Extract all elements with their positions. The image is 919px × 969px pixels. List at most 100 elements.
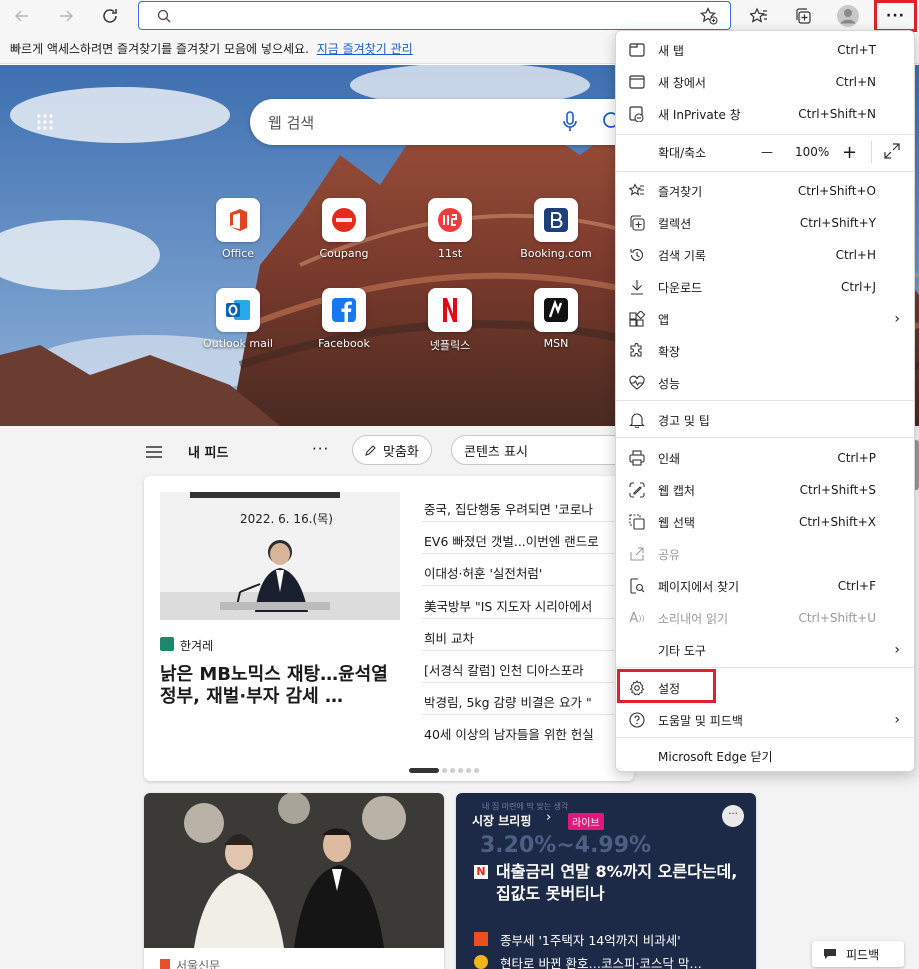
menu-favorites[interactable]: 즐겨찾기 Ctrl+Shift+O <box>616 177 914 205</box>
settings-and-more-button[interactable]: ··· <box>874 0 917 32</box>
menu-alerts[interactable]: 경고 및 팁 <box>616 406 914 434</box>
favorites-button[interactable] <box>744 3 774 29</box>
add-favorite-icon[interactable] <box>700 7 718 25</box>
menu-extensions[interactable]: 확장 <box>616 337 914 365</box>
forward-arrow-icon <box>60 10 73 22</box>
menu-apps[interactable]: 앱 › <box>616 305 914 333</box>
address-bar[interactable] <box>138 1 731 30</box>
back-button[interactable] <box>8 3 36 29</box>
manage-favorites-link[interactable]: 지금 즐겨찾기 관리 <box>317 42 413 56</box>
tile-11st[interactable]: 11st <box>410 198 490 260</box>
card-more-button[interactable]: ··· <box>722 805 744 827</box>
menu-find-on-page[interactable]: 페이지에서 찾기 Ctrl+F <box>616 572 914 600</box>
menu-label: 앱 <box>658 312 670 327</box>
fullscreen-icon[interactable] <box>884 143 900 162</box>
menu-close-edge[interactable]: Microsoft Edge 닫기 <box>616 742 914 770</box>
headline-item[interactable]: 美국방부 "IS 지도자 시리아에서 <box>424 596 592 615</box>
find-on-page-icon <box>627 576 647 596</box>
menu-share[interactable]: 공유 <box>616 540 914 568</box>
facebook-icon <box>322 288 366 332</box>
menu-zoom: 확대/축소 — 100% + <box>616 137 914 167</box>
news-card-wedding[interactable]: 서울신문 <box>144 793 444 969</box>
menu-web-select[interactable]: 웹 선택 Ctrl+Shift+X <box>616 508 914 536</box>
menu-collections[interactable]: 컬렉션 Ctrl+Shift+Y <box>616 209 914 237</box>
menu-shortcut: Ctrl+T <box>837 43 876 57</box>
menu-label: 경고 및 팁 <box>658 413 710 428</box>
menu-label: 기타 도구 <box>658 643 706 658</box>
headline-item[interactable]: 희비 교차 <box>424 628 474 647</box>
zoom-out-button[interactable]: — <box>761 145 773 159</box>
personalize-button[interactable]: 맞춤화 <box>352 435 432 465</box>
menu-performance[interactable]: 성능 <box>616 369 914 397</box>
tile-label: MSN <box>543 337 569 350</box>
tile-netflix[interactable]: 넷플릭스 <box>410 288 490 353</box>
menu-downloads[interactable]: 다운로드 Ctrl+J <box>616 273 914 301</box>
web-search-box[interactable]: 웹 검색 <box>250 99 650 145</box>
refresh-button[interactable] <box>96 3 124 29</box>
menu-label: 웹 캡처 <box>658 483 695 498</box>
market-item[interactable]: 종부세 '1주택자 14억까지 비과세' <box>500 930 681 949</box>
feed-more-icon[interactable]: ··· <box>312 440 329 458</box>
office-icon <box>216 198 260 242</box>
menu-shortcut: Ctrl+Shift+Y <box>799 216 876 230</box>
menu-new-inprivate[interactable]: 새 InPrivate 창 Ctrl+Shift+N <box>616 100 914 128</box>
feedback-label: 피드백 <box>846 947 880 962</box>
menu-help-feedback[interactable]: 도움말 및 피드백 › <box>616 706 914 734</box>
booking-icon <box>534 198 578 242</box>
main-headline[interactable]: 낡은 MB노믹스 재탕…윤석열 정부, 재벌·부자 감세 … <box>160 664 400 708</box>
menu-label: 새 탭 <box>658 43 684 58</box>
menu-read-aloud[interactable]: A)) 소리내어 읽기 Ctrl+Shift+U <box>616 604 914 632</box>
menu-shortcut: Ctrl+Shift+S <box>799 483 876 497</box>
headline-item[interactable]: 박경림, 5kg 감량 비결은 요가 " <box>424 692 592 711</box>
headline-item[interactable]: 중국, 집단행동 우려되면 '코로나 <box>424 499 593 518</box>
share-icon <box>627 544 647 564</box>
new-window-icon <box>627 72 647 92</box>
tile-coupang[interactable]: Coupang <box>304 198 384 260</box>
hamburger-menu-icon[interactable] <box>146 446 162 458</box>
back-arrow-icon <box>15 10 28 22</box>
market-briefing-card[interactable]: 내 집 마련에 딱 맞는 생각 3.20%∼4.99% 시장 브리핑 › 라이브… <box>456 793 756 969</box>
menu-history[interactable]: 검색 기록 Ctrl+H <box>616 241 914 269</box>
menu-new-window[interactable]: 새 창에서 Ctrl+N <box>616 68 914 96</box>
tile-label: 넷플릭스 <box>429 339 471 352</box>
menu-shortcut: Ctrl+P <box>837 451 876 465</box>
menu-shortcut: Ctrl+N <box>835 75 876 89</box>
tile-label: Office <box>221 247 255 260</box>
menu-web-capture[interactable]: 웹 캡처 Ctrl+Shift+S <box>616 476 914 504</box>
headline-item[interactable]: 40세 이상의 남자들을 위한 헌실 <box>424 724 594 743</box>
tile-office[interactable]: Office <box>198 198 278 260</box>
collections-icon <box>796 8 811 24</box>
menu-label: 웹 선택 <box>658 515 695 530</box>
profile-button[interactable] <box>833 3 863 29</box>
menu-label: 새 InPrivate 창 <box>658 107 741 122</box>
market-headline[interactable]: 대출금리 연말 8%까지 오른다는데, 집값도 못버티나 <box>496 861 744 905</box>
apps-launcher-icon[interactable] <box>36 113 54 131</box>
tile-booking[interactable]: Booking.com <box>516 198 596 260</box>
headline-item[interactable]: 이대성·허훈 '실전처럼' <box>424 563 542 582</box>
headline-item[interactable]: EV6 빠졌던 갯벌...이번엔 랜드로 <box>424 531 599 550</box>
outlook-icon <box>216 288 260 332</box>
feedback-icon <box>824 949 836 959</box>
microphone-icon[interactable] <box>562 111 578 133</box>
menu-print[interactable]: 인쇄 Ctrl+P <box>616 444 914 472</box>
content-display-button[interactable]: 콘텐츠 표시 <box>451 435 631 465</box>
headline-item[interactable]: [서경식 칼럼] 인천 디아스포라 <box>424 660 584 679</box>
tile-outlook[interactable]: Outlook mail <box>198 288 278 350</box>
zoom-in-button[interactable]: + <box>842 142 857 163</box>
market-briefing-label[interactable]: 시장 브리핑 <box>472 812 531 829</box>
feedback-button[interactable]: 피드백 <box>812 941 904 967</box>
pencil-icon <box>365 445 376 456</box>
market-item[interactable]: 현타로 바뀐 환호…코스피·코스닥 막… <box>500 953 702 969</box>
tile-facebook[interactable]: Facebook <box>304 288 384 350</box>
printer-icon <box>627 448 647 468</box>
tile-msn[interactable]: MSN <box>516 288 596 350</box>
menu-new-tab[interactable]: 새 탭 Ctrl+T <box>616 36 914 64</box>
profile-avatar-icon <box>837 5 859 27</box>
collections-button[interactable] <box>788 3 818 29</box>
source-logo-icon <box>160 637 174 651</box>
menu-more-tools[interactable]: 기타 도구 › <box>616 636 914 664</box>
source-logo-icon <box>474 932 488 946</box>
forward-button[interactable] <box>52 3 80 29</box>
carousel-dots[interactable] <box>409 768 479 773</box>
msn-icon <box>534 288 578 332</box>
